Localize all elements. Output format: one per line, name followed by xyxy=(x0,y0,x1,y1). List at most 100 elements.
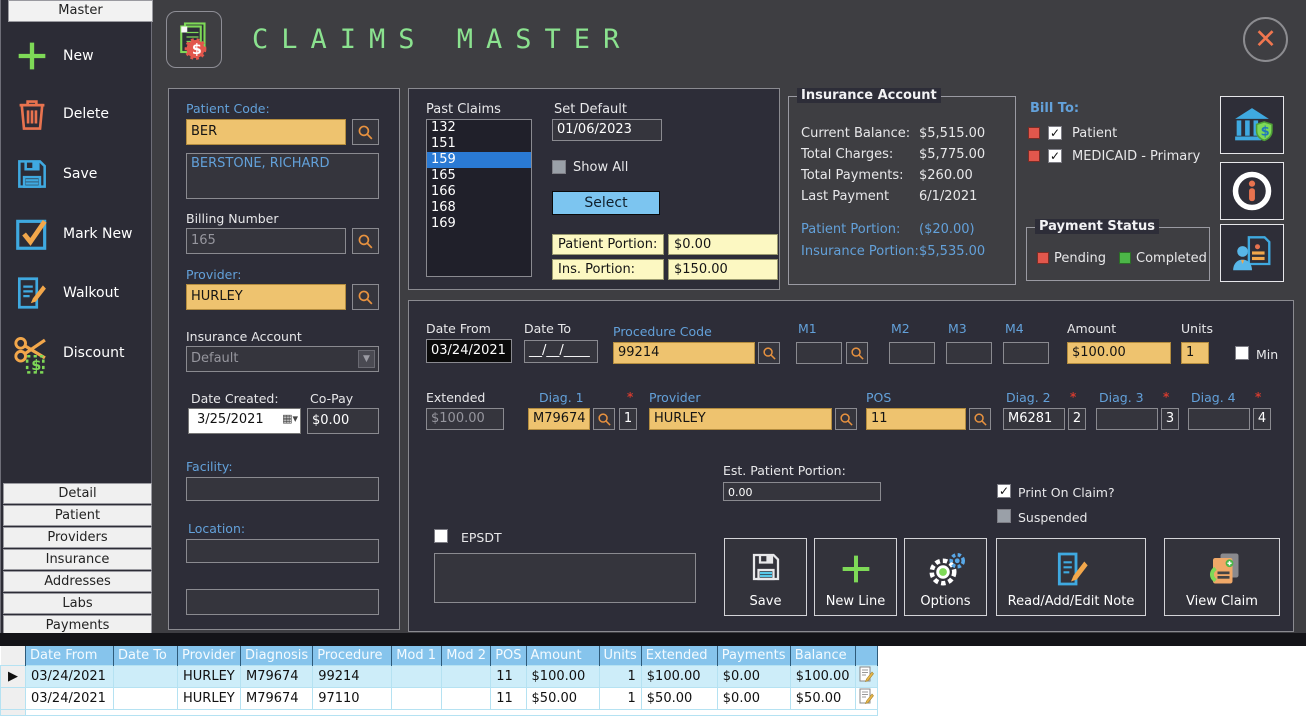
patient-portion-value[interactable]: $0.00 xyxy=(668,234,778,255)
list-item[interactable]: 166 xyxy=(427,184,531,200)
insurance-account-select[interactable]: Default ▼ xyxy=(186,346,379,372)
info-button[interactable] xyxy=(1220,162,1284,220)
date-to-field[interactable]: __/__/____ xyxy=(524,340,598,363)
bill-to-patient-checkbox[interactable]: ✓ xyxy=(1048,126,1062,140)
list-item[interactable]: 132 xyxy=(427,120,531,136)
patient-code-field[interactable]: BER xyxy=(186,119,346,145)
cell[interactable]: 11 xyxy=(491,687,526,709)
diag1-order-box[interactable]: 1 xyxy=(619,408,637,430)
provider-search-button[interactable] xyxy=(352,284,379,310)
patient-search-button[interactable] xyxy=(352,119,379,145)
cell[interactable]: $0.00 xyxy=(717,687,790,709)
cell[interactable] xyxy=(442,687,491,709)
diag2-order-box[interactable]: 2 xyxy=(1068,408,1086,430)
diag3-order-box[interactable]: 3 xyxy=(1161,408,1179,430)
calendar-icon[interactable]: ▦▾ xyxy=(282,412,298,425)
diag2-field[interactable]: M6281 xyxy=(1003,408,1065,430)
tab-labs[interactable]: Labs xyxy=(3,593,152,614)
row-selector[interactable] xyxy=(1,709,26,715)
delete-button[interactable]: Delete xyxy=(9,88,149,140)
diag1-search-button[interactable] xyxy=(593,408,615,430)
cell[interactable] xyxy=(442,665,491,687)
cell[interactable]: HURLEY xyxy=(178,687,241,709)
cell[interactable]: $50.00 xyxy=(526,687,599,709)
cell[interactable] xyxy=(114,665,178,687)
claim-lines-grid[interactable]: Date From Date To Provider Diagnosis Pro… xyxy=(0,646,1306,717)
tab-addresses[interactable]: Addresses xyxy=(3,571,152,592)
billing-number-field[interactable]: 165 xyxy=(186,228,346,254)
pos-search-button[interactable] xyxy=(969,408,991,430)
tab-patient[interactable]: Patient xyxy=(3,505,152,526)
new-line-button[interactable]: New Line xyxy=(814,538,897,616)
cell[interactable] xyxy=(392,665,442,687)
detail-provider-field[interactable]: HURLEY xyxy=(649,408,832,430)
col-header[interactable]: Mod 1 xyxy=(392,646,442,665)
cell[interactable]: M79674 xyxy=(241,665,313,687)
min-checkbox[interactable] xyxy=(1235,346,1249,360)
provider-field[interactable]: HURLEY xyxy=(186,284,346,310)
view-claim-button[interactable]: View Claim xyxy=(1164,538,1280,616)
billing-search-button[interactable] xyxy=(352,228,379,254)
suspended-checkbox[interactable] xyxy=(997,509,1011,523)
cell[interactable]: $50.00 xyxy=(641,687,717,709)
row-note-icon[interactable] xyxy=(855,687,877,709)
mark-new-button[interactable]: Mark New xyxy=(9,208,149,260)
list-item-selected[interactable]: 159 xyxy=(427,152,531,168)
m3-field[interactable] xyxy=(946,342,992,364)
epsdt-checkbox[interactable] xyxy=(434,529,448,543)
m1-search-button[interactable] xyxy=(846,342,868,364)
est-patient-portion-field[interactable]: 0.00 xyxy=(723,482,881,501)
tab-providers[interactable]: Providers xyxy=(3,527,152,548)
new-button[interactable]: New xyxy=(9,30,149,82)
list-item[interactable]: 168 xyxy=(427,200,531,216)
cell[interactable]: 97110 xyxy=(313,687,392,709)
bill-to-medicaid-checkbox[interactable]: ✓ xyxy=(1048,149,1062,163)
read-add-edit-note-button[interactable]: Read/Add/Edit Note xyxy=(996,538,1146,616)
procedure-search-button[interactable] xyxy=(758,342,780,364)
cell[interactable] xyxy=(114,687,178,709)
m1-field[interactable] xyxy=(796,342,842,364)
amount-field[interactable]: $100.00 xyxy=(1067,342,1171,364)
row-selector[interactable] xyxy=(1,687,26,709)
col-header[interactable]: Payments xyxy=(717,646,790,665)
col-header[interactable]: Units xyxy=(599,646,641,665)
cell[interactable]: HURLEY xyxy=(178,665,241,687)
detail-provider-search-button[interactable] xyxy=(835,408,857,430)
cell[interactable]: $50.00 xyxy=(790,687,855,709)
m4-field[interactable] xyxy=(1003,342,1049,364)
table-row[interactable]: 03/24/2021 HURLEY M79674 97110 11 $50.00… xyxy=(1,687,878,709)
procedure-code-field[interactable]: 99214 xyxy=(613,342,755,364)
location-field[interactable] xyxy=(186,539,379,563)
cell[interactable]: 11 xyxy=(491,665,526,687)
set-default-field[interactable]: 01/06/2023 xyxy=(552,119,662,141)
diag4-field[interactable] xyxy=(1188,408,1250,430)
facility-field[interactable] xyxy=(186,477,379,501)
cell[interactable]: 1 xyxy=(599,665,641,687)
print-on-claim-checkbox[interactable]: ✓ xyxy=(997,484,1011,498)
col-header[interactable]: Provider xyxy=(178,646,241,665)
close-icon[interactable]: ✕ xyxy=(1243,17,1288,62)
m2-field[interactable] xyxy=(889,342,935,364)
pos-field[interactable]: 11 xyxy=(866,408,966,430)
options-button[interactable]: Options xyxy=(904,538,987,616)
tab-insurance[interactable]: Insurance xyxy=(3,549,152,570)
list-item[interactable]: 151 xyxy=(427,136,531,152)
col-header[interactable]: Procedure xyxy=(313,646,392,665)
extra-field[interactable] xyxy=(186,589,379,615)
cell[interactable]: $100.00 xyxy=(526,665,599,687)
past-claims-list[interactable]: 132 151 159 165 166 168 169 xyxy=(426,119,532,277)
tab-detail[interactable]: Detail xyxy=(3,483,152,504)
units-field[interactable]: 1 xyxy=(1181,342,1209,364)
col-header[interactable]: Date From xyxy=(26,646,114,665)
cell[interactable]: 03/24/2021 xyxy=(26,687,114,709)
save-line-button[interactable]: Save xyxy=(724,538,807,616)
select-button[interactable]: Select xyxy=(552,191,660,215)
col-header[interactable]: Balance xyxy=(790,646,855,665)
ins-portion-value[interactable]: $150.00 xyxy=(668,259,778,280)
cell[interactable]: 03/24/2021 xyxy=(26,665,114,687)
diag3-field[interactable] xyxy=(1096,408,1158,430)
cell[interactable]: $100.00 xyxy=(641,665,717,687)
col-header[interactable]: Amount xyxy=(526,646,599,665)
insurance-bank-button[interactable]: $ xyxy=(1220,96,1284,154)
col-header[interactable]: Extended xyxy=(641,646,717,665)
